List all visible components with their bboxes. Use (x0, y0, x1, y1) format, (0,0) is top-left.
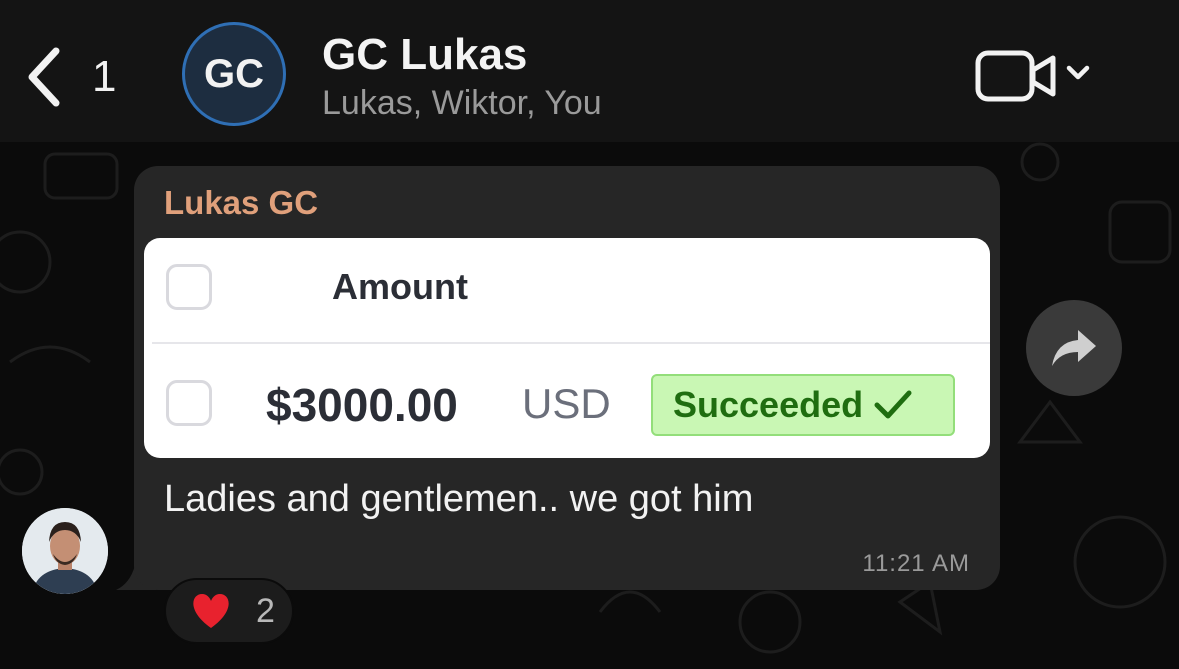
message-bubble[interactable]: Lukas GC Amount $3000.00 USD Succeeded L… (134, 166, 1000, 590)
video-call-button[interactable] (975, 50, 1095, 102)
group-avatar[interactable]: GC (182, 22, 286, 126)
reaction-count: 2 (256, 591, 275, 630)
chat-header: 1 GC GC Lukas Lukas, Wiktor, You (0, 0, 1179, 142)
reaction-pill[interactable]: 2 (164, 578, 294, 644)
chevron-left-icon (28, 47, 60, 107)
column-header-amount: Amount (332, 266, 468, 307)
message-text: Ladies and gentlemen.. we got him (164, 478, 754, 520)
unread-count: 1 (92, 52, 117, 101)
group-avatar-initials: GC (204, 51, 264, 96)
payment-currency: USD (522, 380, 611, 427)
row-divider (152, 342, 990, 344)
payment-amount: $3000.00 (266, 379, 458, 431)
checkmark-icon (874, 390, 912, 419)
select-all-checkbox (166, 264, 212, 310)
share-arrow-icon (1052, 330, 1096, 366)
payment-screenshot[interactable]: Amount $3000.00 USD Succeeded (144, 238, 990, 458)
forward-button[interactable] (1026, 300, 1122, 396)
chat-participants[interactable]: Lukas, Wiktor, You (322, 84, 602, 123)
status-badge: Succeeded (651, 374, 955, 436)
video-camera-icon (975, 50, 1090, 102)
message-timestamp: 11:21 AM (862, 550, 970, 577)
row-checkbox (166, 380, 212, 426)
profile-photo (22, 508, 108, 594)
sender-avatar[interactable] (22, 508, 108, 594)
heart-icon (193, 594, 229, 628)
status-label: Succeeded (673, 384, 864, 425)
chat-title[interactable]: GC Lukas (322, 30, 527, 80)
back-button[interactable]: 1 (22, 42, 132, 112)
message-sender[interactable]: Lukas GC (164, 184, 318, 222)
